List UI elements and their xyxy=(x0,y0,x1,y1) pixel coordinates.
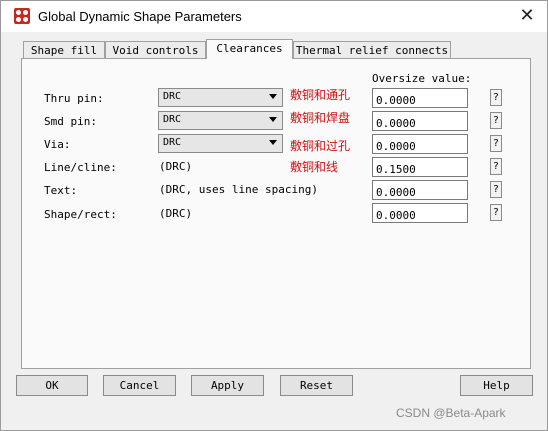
smd-pin-annotation: 敷铜和焊盘 xyxy=(290,111,351,125)
line-cline-oversize-input[interactable] xyxy=(373,160,466,178)
via-annotation: 敷铜和过孔 xyxy=(290,139,351,153)
tab-clearances[interactable]: Clearances xyxy=(206,39,293,59)
thru-pin-label: Thru pin: xyxy=(44,92,104,105)
ok-button[interactable]: OK xyxy=(16,375,88,396)
chevron-down-icon xyxy=(269,117,277,122)
line-cline-oversize-field[interactable] xyxy=(372,157,468,178)
watermark: CSDN @Beta-Apark xyxy=(396,406,506,420)
clearances-panel: Oversize value: Thru pin: DRC 敷铜和通孔 ? Sm… xyxy=(21,58,531,369)
text-help-button[interactable]: ? xyxy=(490,181,502,198)
via-oversize-field[interactable] xyxy=(372,134,468,155)
close-icon[interactable]: ✕ xyxy=(515,4,539,28)
oversize-header: Oversize value: xyxy=(372,72,472,85)
shape-rect-oversize-field[interactable] xyxy=(372,203,468,224)
smd-pin-select-value: DRC xyxy=(163,114,182,125)
via-oversize-input[interactable] xyxy=(373,137,466,155)
smd-pin-oversize-field[interactable] xyxy=(372,111,468,132)
via-help-button[interactable]: ? xyxy=(490,135,502,152)
text-value: (DRC, uses line spacing) xyxy=(159,183,318,196)
chevron-down-icon xyxy=(269,140,277,145)
thru-pin-help-button[interactable]: ? xyxy=(490,89,502,106)
via-select[interactable]: DRC xyxy=(158,134,283,153)
shape-rect-oversize-input[interactable] xyxy=(373,206,466,224)
via-select-value: DRC xyxy=(163,137,182,148)
tab-shape-fill[interactable]: Shape fill xyxy=(23,41,105,58)
dialog-window: Global Dynamic Shape Parameters ✕ Shape … xyxy=(0,0,548,431)
text-label: Text: xyxy=(44,184,78,197)
line-cline-label: Line/cline: xyxy=(44,161,117,174)
shape-rect-value: (DRC) xyxy=(159,207,193,220)
reset-button[interactable]: Reset xyxy=(280,375,353,396)
help-button[interactable]: Help xyxy=(460,375,533,396)
window-title: Global Dynamic Shape Parameters xyxy=(38,9,242,24)
cancel-button[interactable]: Cancel xyxy=(103,375,176,396)
tab-void-controls[interactable]: Void controls xyxy=(105,41,206,58)
tab-thermal-relief-connects[interactable]: Thermal relief connects xyxy=(293,41,451,58)
apply-button[interactable]: Apply xyxy=(191,375,264,396)
smd-pin-label: Smd pin: xyxy=(44,115,97,128)
thru-pin-select-value: DRC xyxy=(163,91,182,102)
thru-pin-annotation: 敷铜和通孔 xyxy=(290,88,351,102)
text-oversize-input[interactable] xyxy=(373,183,466,201)
line-cline-help-button[interactable]: ? xyxy=(490,158,502,175)
title-bar: Global Dynamic Shape Parameters ✕ xyxy=(1,1,547,32)
chevron-down-icon xyxy=(269,94,277,99)
line-cline-value: (DRC) xyxy=(159,160,193,173)
smd-pin-select[interactable]: DRC xyxy=(158,111,283,130)
thru-pin-select[interactable]: DRC xyxy=(158,88,283,107)
text-oversize-field[interactable] xyxy=(372,180,468,201)
smd-pin-oversize-input[interactable] xyxy=(373,114,466,132)
thru-pin-oversize-field[interactable] xyxy=(372,88,468,109)
via-label: Via: xyxy=(44,138,71,151)
line-cline-annotation: 敷铜和线 xyxy=(290,160,339,174)
app-icon xyxy=(14,8,30,24)
smd-pin-help-button[interactable]: ? xyxy=(490,112,502,129)
thru-pin-oversize-input[interactable] xyxy=(373,91,466,109)
shape-rect-label: Shape/rect: xyxy=(44,208,117,221)
shape-rect-help-button[interactable]: ? xyxy=(490,204,502,221)
